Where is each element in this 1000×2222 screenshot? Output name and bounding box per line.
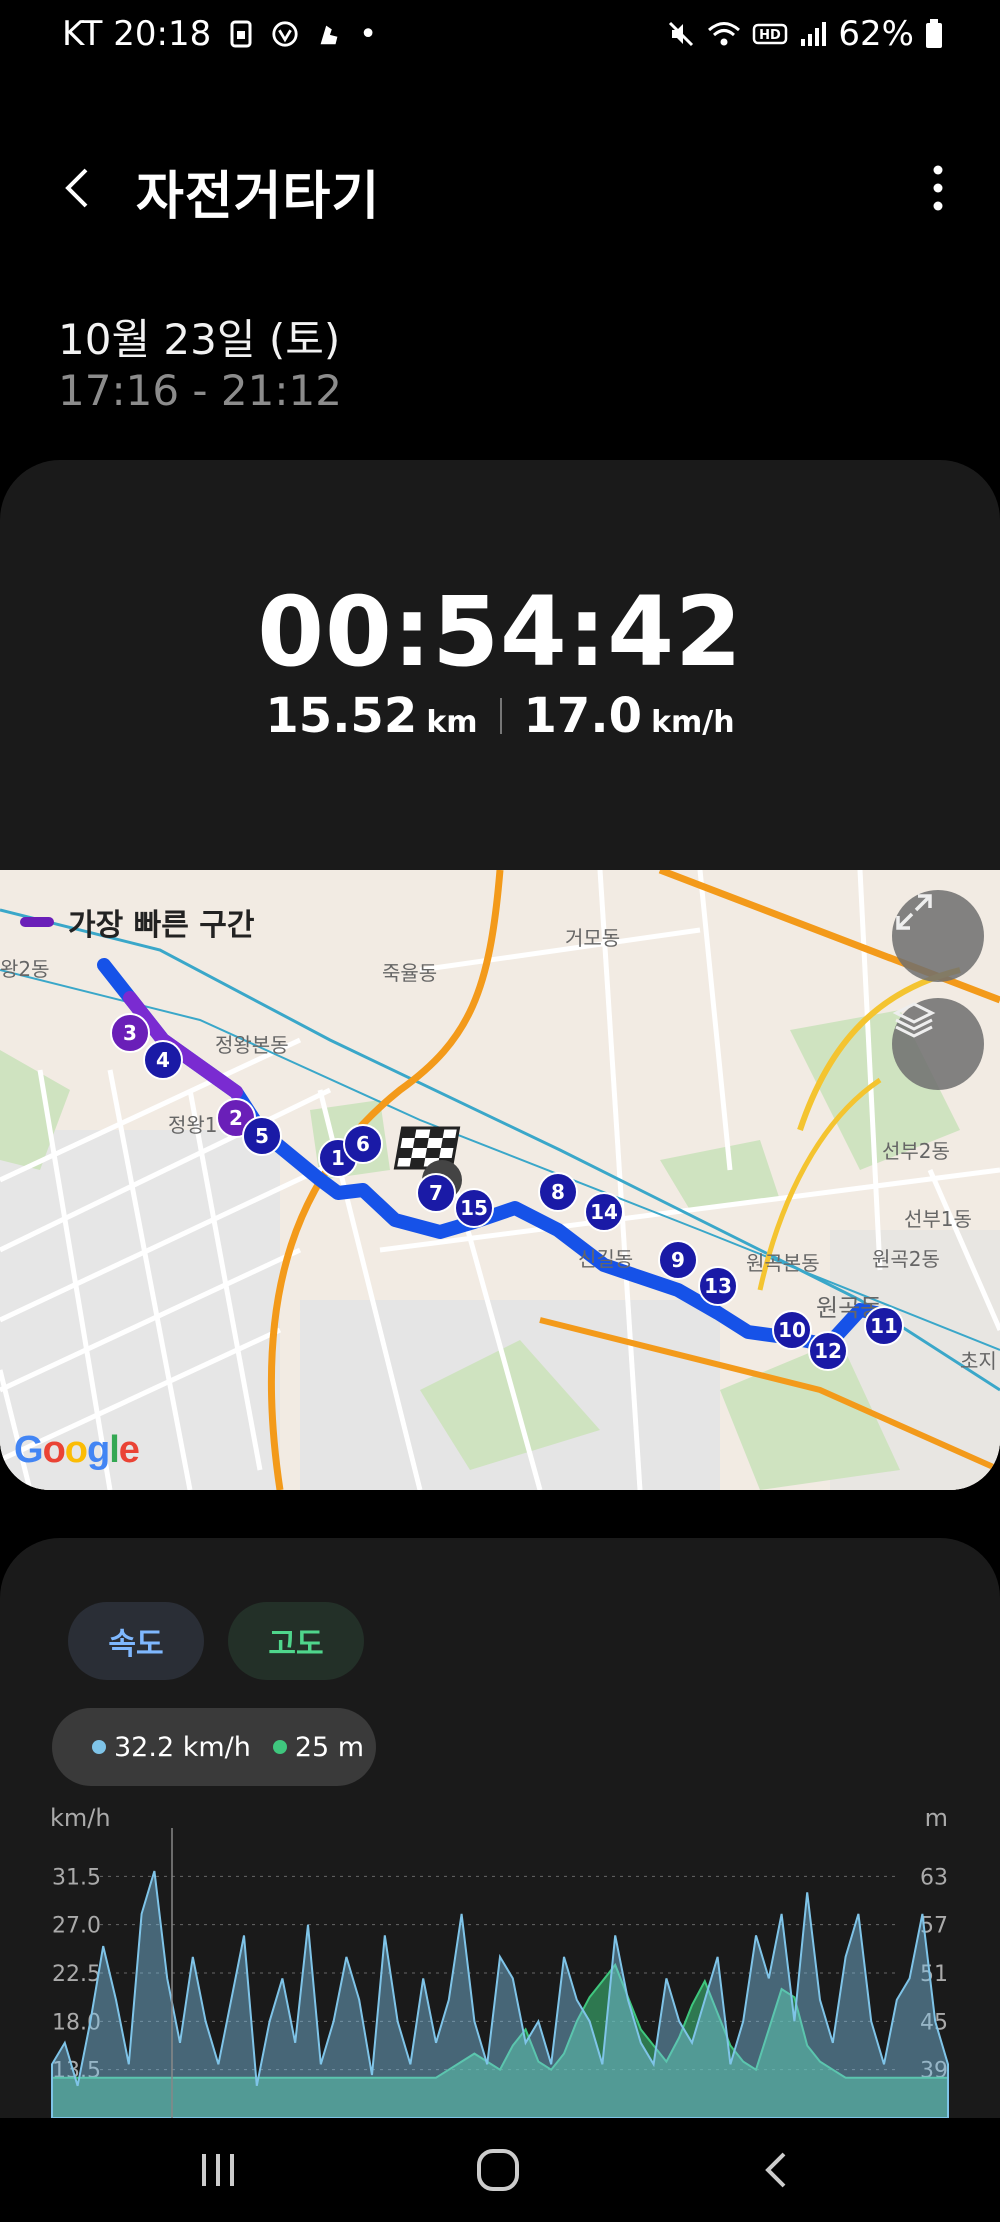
lap-marker-13[interactable]: 13 [698, 1266, 738, 1306]
place-label: 정왕본동 [215, 1033, 289, 1057]
avg-speed-value: 17.0 [523, 688, 642, 744]
system-nav-bar [0, 2118, 1000, 2222]
lap-marker-6[interactable]: 6 [343, 1124, 383, 1164]
svg-text:6: 6 [356, 1132, 370, 1156]
dot-icon: • [359, 16, 377, 52]
tooltip-altitude: 25 m [294, 1731, 365, 1763]
google-logo: Google [14, 1429, 140, 1471]
mute-icon [669, 21, 694, 47]
lap-marker-5[interactable]: 5 [242, 1116, 282, 1156]
battery-icon [926, 19, 942, 48]
lap-marker-9[interactable]: 9 [658, 1240, 698, 1280]
svg-text:14: 14 [590, 1200, 618, 1224]
signal-icon [801, 22, 827, 46]
legend-label: 가장 빠른 구간 [68, 908, 255, 943]
place-label: 원곡본동 [746, 1251, 820, 1275]
battery-level: 62% [838, 14, 914, 54]
tab-altitude[interactable]: 고도 [228, 1602, 364, 1680]
svg-text:5: 5 [255, 1124, 269, 1148]
speed-dot-icon [92, 1740, 106, 1754]
place-label: 죽율동 [382, 961, 437, 985]
chart-tooltip: 32.2 km/h 25 m [52, 1708, 376, 1786]
layers-icon [892, 1002, 936, 1038]
svg-text:9: 9 [671, 1248, 685, 1272]
place-label: 원곡2동 [872, 1247, 940, 1271]
svg-text:13: 13 [704, 1274, 732, 1298]
svg-text:4: 4 [156, 1048, 170, 1072]
place-label: 정왕1 [168, 1113, 218, 1137]
expand-map-button[interactable] [892, 890, 984, 982]
nav-back-button[interactable] [743, 2140, 813, 2200]
svg-text:7: 7 [429, 1181, 443, 1205]
place-label: 신길동 [578, 1247, 633, 1271]
chart-card: 속도 고도 32.2 km/h 25 m km/h m 31.5 63 27.0 57… [0, 1538, 1000, 2118]
svg-text:2: 2 [229, 1106, 243, 1130]
back-arrow-icon[interactable] [52, 158, 112, 218]
route-map[interactable]: 거모동 죽율동 정왕본동 왕2동 정왕1 선부2동 선부1동 원곡본동 원곡2동… [0, 870, 1000, 1490]
svg-text:8: 8 [551, 1180, 565, 1204]
status-bar: KT 20:18 • HD 62% [0, 0, 1000, 74]
speed-altitude-chart[interactable]: 31.5 6327.0 5722.5 5118.0 4513.5 39 [0, 1828, 1000, 2118]
svg-text:3: 3 [123, 1021, 137, 1045]
fastest-segment-swatch [20, 917, 54, 927]
place-label: 왕2동 [0, 957, 50, 981]
expand-icon [896, 894, 932, 930]
session-time-range: 17:16 - 21:12 [58, 366, 342, 415]
place-label: 선부2동 [882, 1139, 950, 1163]
lap-marker-3[interactable]: 3 [110, 1013, 150, 1053]
home-icon [477, 2149, 519, 2191]
altitude-dot-icon [272, 1740, 287, 1754]
distance-value: 15.52 [265, 688, 418, 744]
back-icon [765, 2152, 786, 2188]
place-label: 초지 [960, 1349, 997, 1373]
place-label: 선부1동 [904, 1207, 972, 1231]
more-options-icon[interactable] [914, 158, 962, 218]
lap-marker-14[interactable]: 14 [584, 1192, 624, 1232]
avg-speed-unit: km/h [651, 705, 735, 740]
svg-text:12: 12 [814, 1339, 842, 1363]
vi-app-icon [272, 21, 298, 47]
svg-text:11: 11 [870, 1314, 898, 1338]
lap-marker-8[interactable]: 8 [538, 1172, 578, 1212]
carrier-time: KT 20:18 [62, 14, 212, 54]
stat-divider [499, 698, 502, 734]
wifi-icon [708, 22, 741, 46]
page-title: 자전거타기 [136, 167, 381, 227]
lap-marker-7[interactable]: 7 [416, 1173, 456, 1213]
lap-marker-4[interactable]: 4 [143, 1040, 183, 1080]
sim-card-icon [230, 20, 252, 48]
map-legend: 가장 빠른 구간 [20, 900, 255, 944]
recents-button[interactable] [183, 2140, 253, 2200]
map-layers-button[interactable] [892, 998, 984, 1090]
svg-text:15: 15 [460, 1196, 488, 1220]
recents-icon [202, 2154, 234, 2186]
summary-stats: 15.52 km 17.0 km/h [0, 688, 1000, 744]
app-header: 자전거타기 [0, 140, 1000, 240]
svg-text:HD: HD [760, 28, 782, 43]
svg-text:1: 1 [331, 1146, 345, 1170]
svg-text:10: 10 [778, 1318, 806, 1342]
series-area-speed [51, 1870, 949, 2118]
left-tick-label: 27.0 [52, 1914, 101, 1939]
session-date: 10월 23일 (토) [58, 315, 341, 364]
lap-marker-11[interactable]: 11 [864, 1306, 904, 1346]
home-button[interactable] [463, 2140, 533, 2200]
lap-marker-15[interactable]: 15 [454, 1188, 494, 1228]
hd-voice-icon: HD [753, 23, 788, 45]
right-tick-label: 63 [920, 1865, 948, 1890]
lap-marker-10[interactable]: 10 [772, 1310, 812, 1350]
left-tick-label: 22.5 [52, 1962, 101, 1987]
place-label: 거모동 [565, 926, 620, 950]
tab-speed[interactable]: 속도 [68, 1602, 204, 1680]
map-canvas: 거모동 죽율동 정왕본동 왕2동 정왕1 선부2동 선부1동 원곡본동 원곡2동… [0, 870, 1000, 1490]
distance-unit: km [426, 705, 478, 740]
shoe-icon [320, 25, 338, 45]
duration-value: 00:54:42 [257, 576, 743, 688]
tooltip-speed: 32.2 km/h [114, 1731, 251, 1763]
lap-marker-12[interactable]: 12 [808, 1331, 848, 1371]
left-tick-label: 31.5 [52, 1865, 101, 1890]
